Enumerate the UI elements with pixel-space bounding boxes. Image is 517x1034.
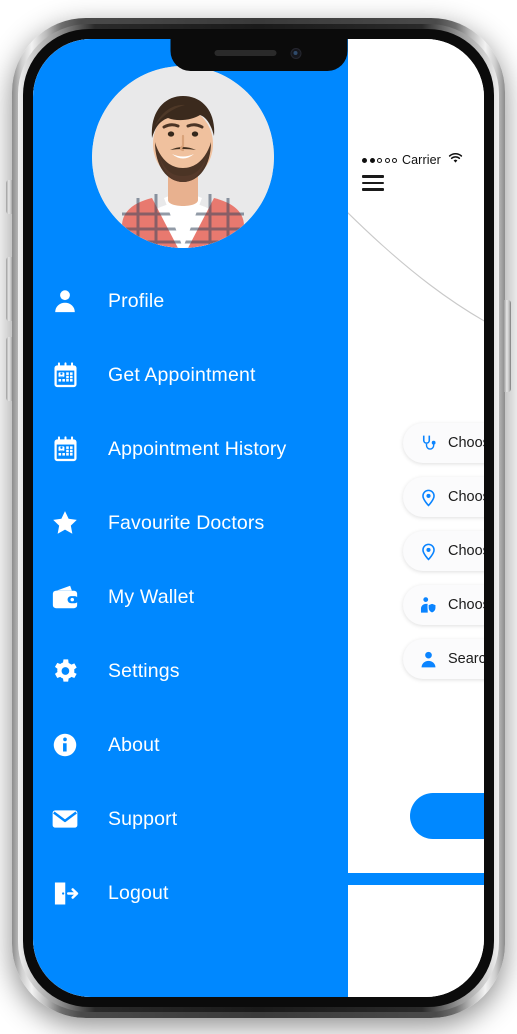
menu-item-favourite-doctors[interactable]: Favourite Doctors [33, 486, 348, 560]
avatar[interactable] [92, 66, 274, 248]
status-bar: Carrier [362, 151, 463, 169]
doctor-shield-icon [419, 596, 438, 615]
signal-strength-icon [362, 157, 397, 163]
list-item[interactable]: Choose [403, 531, 484, 571]
wallet-icon [48, 580, 82, 614]
menu-item-label: About [108, 733, 160, 756]
list-item[interactable]: Choose [403, 423, 484, 463]
speaker-grille [214, 50, 276, 56]
list-item[interactable]: Choose [403, 585, 484, 625]
menu-item-support[interactable]: Support [33, 782, 348, 856]
volume-down-button[interactable] [6, 337, 13, 401]
menu-item-label: Get Appointment [108, 363, 256, 386]
carrier-label: Carrier [402, 153, 441, 167]
volume-up-button[interactable] [6, 257, 13, 321]
hamburger-menu-icon[interactable] [362, 175, 384, 191]
location-pin-icon [419, 542, 438, 561]
menu-item-label: Favourite Doctors [108, 511, 265, 534]
menu-item-about[interactable]: About [33, 708, 348, 782]
list-item-label: Choose [448, 543, 484, 559]
info-circle-icon [48, 728, 82, 762]
menu-item-label: Support [108, 807, 178, 830]
list-item-label: Choose [448, 489, 484, 505]
front-camera-icon [290, 48, 301, 59]
star-icon [48, 506, 82, 540]
choose-card-list: Choose Choose [403, 423, 484, 693]
curved-line-decoration [348, 212, 484, 322]
menu-item-settings[interactable]: Settings [33, 634, 348, 708]
drawer-menu-list: Profile Get Appointment Appointment Hist… [33, 264, 348, 930]
user-icon [48, 284, 82, 318]
user-avatar-photo [92, 66, 274, 248]
doctor-avatar-icon [419, 650, 438, 669]
phone-notch [170, 39, 347, 71]
menu-item-my-wallet[interactable]: My Wallet [33, 560, 348, 634]
menu-item-label: Profile [108, 289, 165, 312]
menu-item-logout[interactable]: Logout [33, 856, 348, 930]
calendar-history-icon [48, 432, 82, 466]
menu-item-get-appointment[interactable]: Get Appointment [33, 338, 348, 412]
list-item-label: Choose [448, 597, 484, 613]
silent-switch-button[interactable] [6, 180, 13, 214]
primary-action-button[interactable] [410, 793, 484, 839]
gear-icon [48, 654, 82, 688]
power-button[interactable] [504, 300, 511, 392]
envelope-icon [48, 802, 82, 836]
wifi-icon [448, 151, 463, 169]
list-item-label: Search [448, 651, 484, 667]
navigation-drawer: Profile Get Appointment Appointment Hist… [33, 39, 348, 997]
menu-item-profile[interactable]: Profile [33, 264, 348, 338]
bottom-accent-strip [348, 873, 484, 885]
menu-item-appointment-history[interactable]: Appointment History [33, 412, 348, 486]
stethoscope-icon [419, 434, 438, 453]
menu-item-label: Logout [108, 881, 169, 904]
phone-mockup: Carrier Choo Choo Choo Choo Searc Profil… [0, 0, 517, 1034]
list-item[interactable]: Search [403, 639, 484, 679]
list-item-label: Choose [448, 435, 484, 451]
location-pin-icon [419, 488, 438, 507]
calendar-icon [48, 358, 82, 392]
phone-screen: Carrier Choo Choo Choo Choo Searc Profil… [33, 39, 484, 997]
menu-item-label: Settings [108, 659, 180, 682]
list-item[interactable]: Choose [403, 477, 484, 517]
revealed-content-panel: Carrier Choo Choo Choo Choo Searc [348, 143, 484, 885]
logout-icon [48, 876, 82, 910]
menu-item-label: My Wallet [108, 585, 195, 608]
menu-item-label: Appointment History [108, 437, 287, 460]
